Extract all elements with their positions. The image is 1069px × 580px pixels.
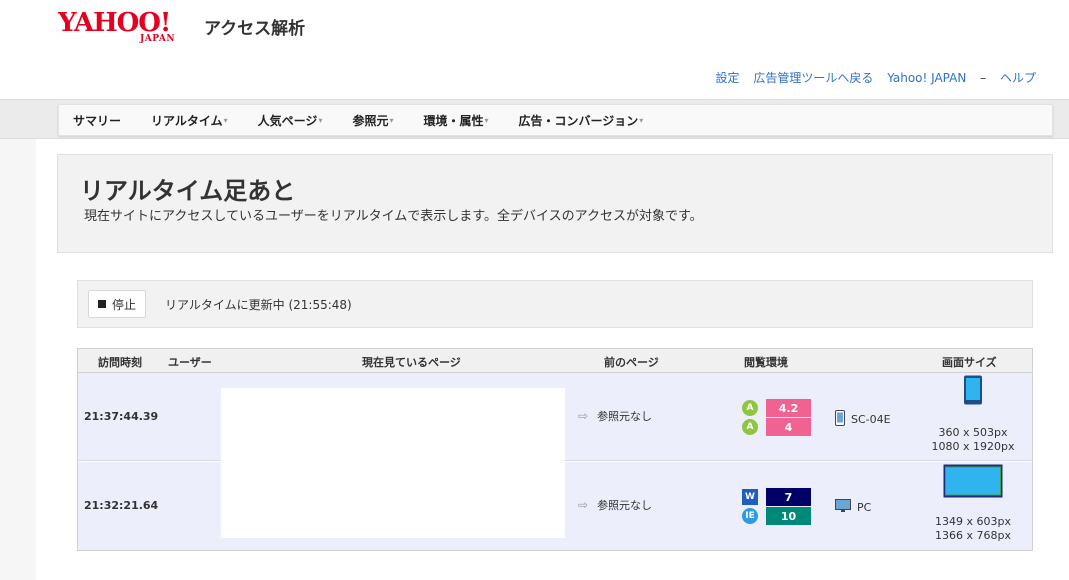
viewport-size: 1349 x 603px <box>935 515 1011 528</box>
settings-link[interactable]: 設定 <box>716 71 740 85</box>
nav-item-ads-conversion[interactable]: 広告・コンバージョン ▾ <box>519 112 644 129</box>
nav-item-summary[interactable]: サマリー <box>73 112 121 129</box>
page-title: リアルタイム足あと <box>80 177 296 205</box>
browser-line: A 4 <box>742 418 811 436</box>
android-browser-icon: A <box>742 419 758 435</box>
browser-version: 4 <box>766 418 811 436</box>
chevron-down-icon: ▾ <box>389 115 394 125</box>
os-version: 4.2 <box>766 399 811 417</box>
os-version: 7 <box>766 488 811 506</box>
table-row[interactable]: 21:37:44.39 ⇨ 参照元なし A 4.2 A 4 SC-04E 360… <box>78 373 1032 461</box>
yahoo-japan-link[interactable]: Yahoo! JAPAN <box>887 71 966 85</box>
internet-explorer-icon: IE <box>742 508 758 524</box>
chevron-down-icon: ▾ <box>318 115 323 125</box>
visit-time: 21:32:21.64 <box>84 499 159 512</box>
nav-item-popular-pages[interactable]: 人気ページ ▾ <box>258 112 323 129</box>
windows-icon: W <box>742 489 758 505</box>
smartphone-icon <box>835 410 845 429</box>
table-header: 訪問時刻 ユーザー 現在見ているページ 前のページ 閲覧環境 画面サイズ <box>78 349 1032 373</box>
top-links: 設定 広告管理ツールへ戻る Yahoo! JAPAN – ヘルプ <box>706 69 1037 86</box>
col-current-page: 現在見ているページ <box>362 356 461 369</box>
yahoo-logo[interactable]: YAHOO! JAPAN <box>58 10 175 44</box>
nav-item-referrers[interactable]: 参照元 ▾ <box>352 112 393 129</box>
desktop-icon <box>835 499 851 516</box>
device-cell: PC <box>835 499 871 516</box>
realtime-visits-table: 訪問時刻 ユーザー 現在見ているページ 前のページ 閲覧環境 画面サイズ 21:… <box>77 348 1033 551</box>
col-screen-size: 画面サイズ <box>942 356 997 369</box>
os-line: W 7 <box>742 488 811 506</box>
os-line: A 4.2 <box>742 399 811 417</box>
screen-size-cell: 1349 x 603px 1366 x 768px <box>918 464 1028 543</box>
nav-menu: サマリー リアルタイム ▾ 人気ページ ▾ 参照元 ▾ 環境・属性 ▾ 広告・コンバージ… <box>58 104 1053 136</box>
page-heading-panel: リアルタイム足あと 現在サイトにアクセスしているユーザーをリアルタイムで表示しま… <box>57 154 1053 253</box>
main-nav: サマリー リアルタイム ▾ 人気ページ ▾ 参照元 ▾ 環境・属性 ▾ 広告・コンバージ… <box>0 99 1069 139</box>
viewport-size: 360 x 503px <box>938 426 1008 439</box>
screen-resolution: 1080 x 1920px <box>931 440 1015 453</box>
exit-arrow-icon: ⇨ <box>578 498 589 512</box>
nav-item-realtime[interactable]: リアルタイム ▾ <box>151 112 228 129</box>
col-previous-page: 前のページ <box>604 356 659 369</box>
visit-time: 21:37:44.39 <box>84 410 159 423</box>
app-title: アクセス解析 <box>204 19 306 39</box>
screen-size-cell: 360 x 503px 1080 x 1920px <box>918 375 1028 454</box>
device-cell: SC-04E <box>835 410 891 429</box>
exit-arrow-icon: ⇨ <box>578 409 589 423</box>
chevron-down-icon: ▾ <box>639 115 644 125</box>
chevron-down-icon: ▾ <box>223 115 228 125</box>
table-row[interactable]: 21:32:21.64 ⇨ 参照元なし W 7 IE 10 PC 1349 x … <box>78 462 1032 550</box>
nav-item-environment[interactable]: 環境・属性 ▾ <box>423 112 488 129</box>
left-gutter <box>0 139 36 580</box>
current-page-cell[interactable] <box>221 388 565 461</box>
col-user: ユーザー <box>168 356 212 369</box>
col-visit-time: 訪問時刻 <box>98 356 142 369</box>
col-environment: 閲覧環境 <box>744 356 788 369</box>
referrer-cell: ⇨ 参照元なし <box>578 498 653 512</box>
smartphone-screen-icon <box>918 375 1028 409</box>
chevron-down-icon: ▾ <box>484 115 489 125</box>
desktop-screen-icon <box>918 464 1028 498</box>
help-link[interactable]: ヘルプ <box>1000 71 1036 85</box>
link-separator: – <box>980 71 987 85</box>
android-icon: A <box>742 400 758 416</box>
current-page-cell[interactable] <box>221 462 565 538</box>
back-to-ads-link[interactable]: 広告管理ツールへ戻る <box>753 71 873 85</box>
stop-icon <box>98 300 106 308</box>
browser-line: IE 10 <box>742 507 811 525</box>
referrer-cell: ⇨ 参照元なし <box>578 409 653 423</box>
page-description: 現在サイトにアクセスしているユーザーをリアルタイムで表示します。全デバイスのアク… <box>84 209 703 224</box>
screen-resolution: 1366 x 768px <box>935 529 1011 542</box>
stop-button[interactable]: 停止 <box>88 290 147 318</box>
update-status: リアルタイムに更新中 (21:55:48) <box>165 298 352 312</box>
browser-version: 10 <box>766 507 811 525</box>
realtime-control-bar: 停止 リアルタイムに更新中 (21:55:48) <box>77 280 1033 328</box>
